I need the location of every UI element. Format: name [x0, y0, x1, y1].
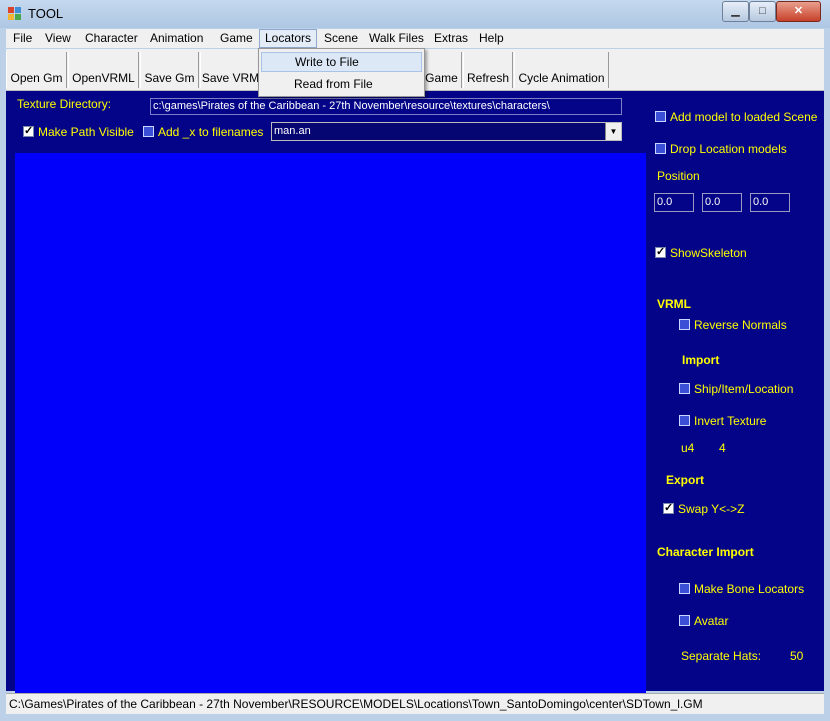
open-vrml-button[interactable]: OpenVRML — [68, 52, 139, 88]
texture-directory-label: Texture Directory: — [17, 97, 112, 111]
drop-location-label: Drop Location models — [670, 142, 787, 156]
reverse-normals-label: Reverse Normals — [694, 318, 787, 332]
position-x-input[interactable]: 0.0 — [654, 193, 694, 212]
window-title: TOOL — [28, 6, 64, 21]
viewport-canvas[interactable] — [15, 153, 646, 693]
refresh-button[interactable]: Refresh — [463, 52, 513, 88]
character-import-heading: Character Import — [657, 545, 754, 559]
maximize-button[interactable]: □ — [749, 1, 776, 22]
menu-animation[interactable]: Animation — [145, 29, 208, 48]
export-heading: Export — [666, 473, 705, 487]
app-window: TOOL ▁ □ ✕ File View Character Animation… — [0, 0, 830, 721]
swap-yz-checkbox[interactable] — [663, 501, 674, 514]
swap-yz-label: Swap Y<->Z — [678, 502, 745, 516]
invert-texture-label: Invert Texture — [694, 414, 767, 428]
save-vrml-button[interactable]: Save VRM — [200, 52, 261, 88]
animation-file-value: man.an — [274, 125, 311, 137]
show-skeleton-checkbox[interactable] — [655, 245, 666, 258]
save-gm-button[interactable]: Save Gm — [140, 52, 199, 88]
reverse-normals-checkbox[interactable] — [679, 319, 690, 330]
chevron-down-icon[interactable]: ▼ — [605, 123, 621, 140]
import-heading: Import — [682, 353, 720, 367]
animation-file-select[interactable]: man.an ▼ — [271, 122, 622, 141]
vrml-heading: VRML — [657, 297, 691, 311]
ship-item-location-label: Ship/Item/Location — [694, 382, 794, 396]
menu-walk-files[interactable]: Walk Files — [364, 29, 429, 48]
game-button[interactable]: Game — [421, 52, 462, 88]
add-model-label: Add model to loaded Scene — [670, 110, 818, 124]
invert-texture-checkbox[interactable] — [679, 415, 690, 426]
app-icon — [8, 7, 21, 20]
ship-item-location-checkbox[interactable] — [679, 383, 690, 394]
u4-label: u4 — [681, 441, 695, 455]
close-button[interactable]: ✕ — [776, 1, 821, 22]
texture-directory-input[interactable]: c:\games\Pirates of the Caribbean - 27th… — [150, 98, 622, 115]
avatar-checkbox[interactable] — [679, 615, 690, 626]
cycle-animation-button[interactable]: Cycle Animation — [514, 52, 609, 88]
make-bone-locators-checkbox[interactable] — [679, 583, 690, 594]
make-path-visible-label: Make Path Visible — [38, 125, 134, 139]
u4-value: 4 — [719, 441, 726, 455]
menu-bar: File View Character Animation Game Locat… — [6, 29, 824, 48]
status-bar: C:\Games\Pirates of the Caribbean - 27th… — [6, 693, 824, 714]
open-gm-button[interactable]: Open Gm — [6, 52, 67, 88]
drop-location-checkbox[interactable] — [655, 143, 666, 154]
menu-scene[interactable]: Scene — [319, 29, 363, 48]
window-frame-bottom — [0, 714, 830, 721]
add-model-checkbox[interactable] — [655, 111, 666, 122]
avatar-label: Avatar — [694, 614, 729, 628]
separate-hats-label: Separate Hats: — [681, 649, 762, 663]
menu-character[interactable]: Character — [80, 29, 143, 48]
position-z-input[interactable]: 0.0 — [750, 193, 790, 212]
write-to-file-item[interactable]: Write to File — [261, 52, 422, 72]
menu-locators[interactable]: Locators — [259, 29, 318, 48]
separate-hats-value: 50 — [790, 649, 804, 663]
position-label: Position — [657, 169, 700, 183]
locators-dropdown: Write to File Read from File — [258, 48, 425, 97]
menu-help[interactable]: Help — [474, 29, 509, 48]
menu-game[interactable]: Game — [215, 29, 258, 48]
menu-extras[interactable]: Extras — [429, 29, 473, 48]
read-from-file-item[interactable]: Read from File — [261, 74, 422, 94]
show-skeleton-label: ShowSkeleton — [670, 246, 747, 260]
make-bone-locators-label: Make Bone Locators — [694, 582, 805, 596]
make-path-visible-checkbox[interactable] — [23, 124, 34, 137]
menu-file[interactable]: File — [8, 29, 37, 48]
title-bar: TOOL ▁ □ ✕ — [0, 0, 830, 28]
minimize-button[interactable]: ▁ — [722, 1, 749, 22]
menu-view[interactable]: View — [40, 29, 76, 48]
position-y-input[interactable]: 0.0 — [702, 193, 742, 212]
add-x-checkbox[interactable] — [143, 126, 154, 137]
add-x-label: Add _x to filenames — [158, 125, 264, 139]
